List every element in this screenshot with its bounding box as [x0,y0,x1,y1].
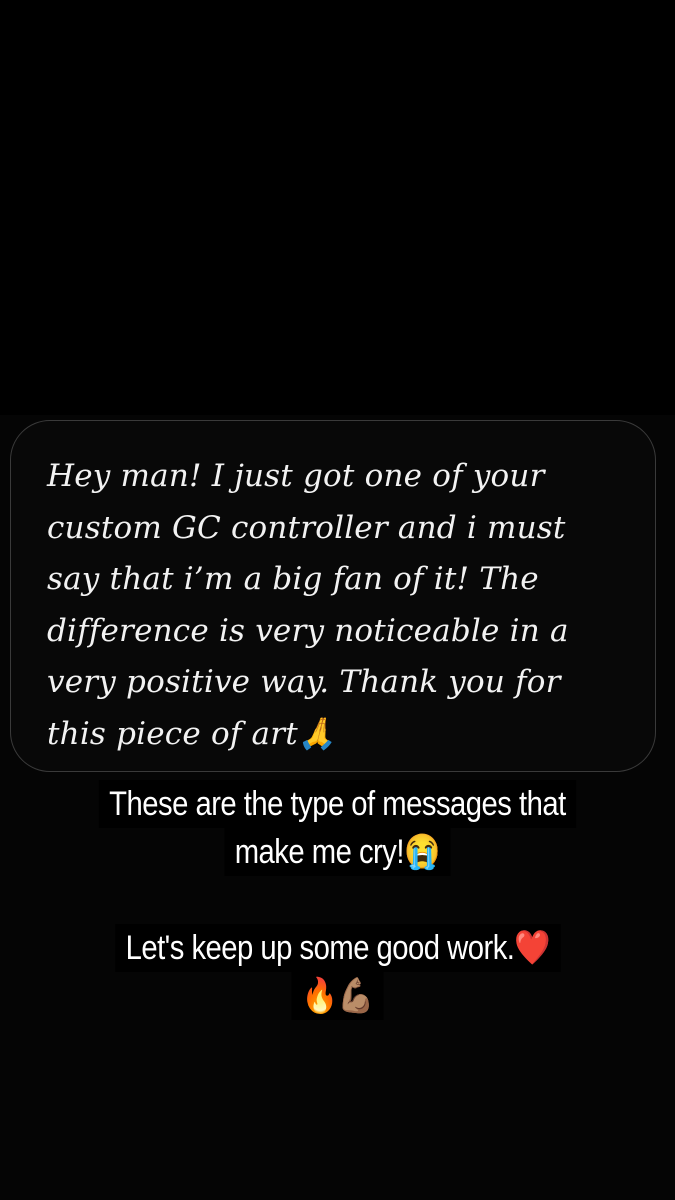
story-caption: These are the type of messages that make… [0,780,675,1020]
caption-line-4-wrap: 🔥💪🏽 [0,972,675,1020]
caption-line-2: make me cry!😭 [224,828,451,876]
story-background [0,0,675,415]
caption-line-3-wrap: Let's keep up some good work.❤️ [0,924,675,972]
message-bubble: Hey man! I just got one of your custom G… [10,420,656,772]
caption-line-2-wrap: make me cry!😭 [0,828,675,876]
story-canvas: Hey man! I just got one of your custom G… [0,0,675,1200]
caption-line-1-wrap: These are the type of messages that [0,780,675,828]
caption-line-1: These are the type of messages that [98,780,577,828]
caption-line-3: Let's keep up some good work.❤️ [114,924,561,972]
message-text: Hey man! I just got one of your custom G… [47,458,569,752]
caption-line-4: 🔥💪🏽 [291,972,384,1020]
